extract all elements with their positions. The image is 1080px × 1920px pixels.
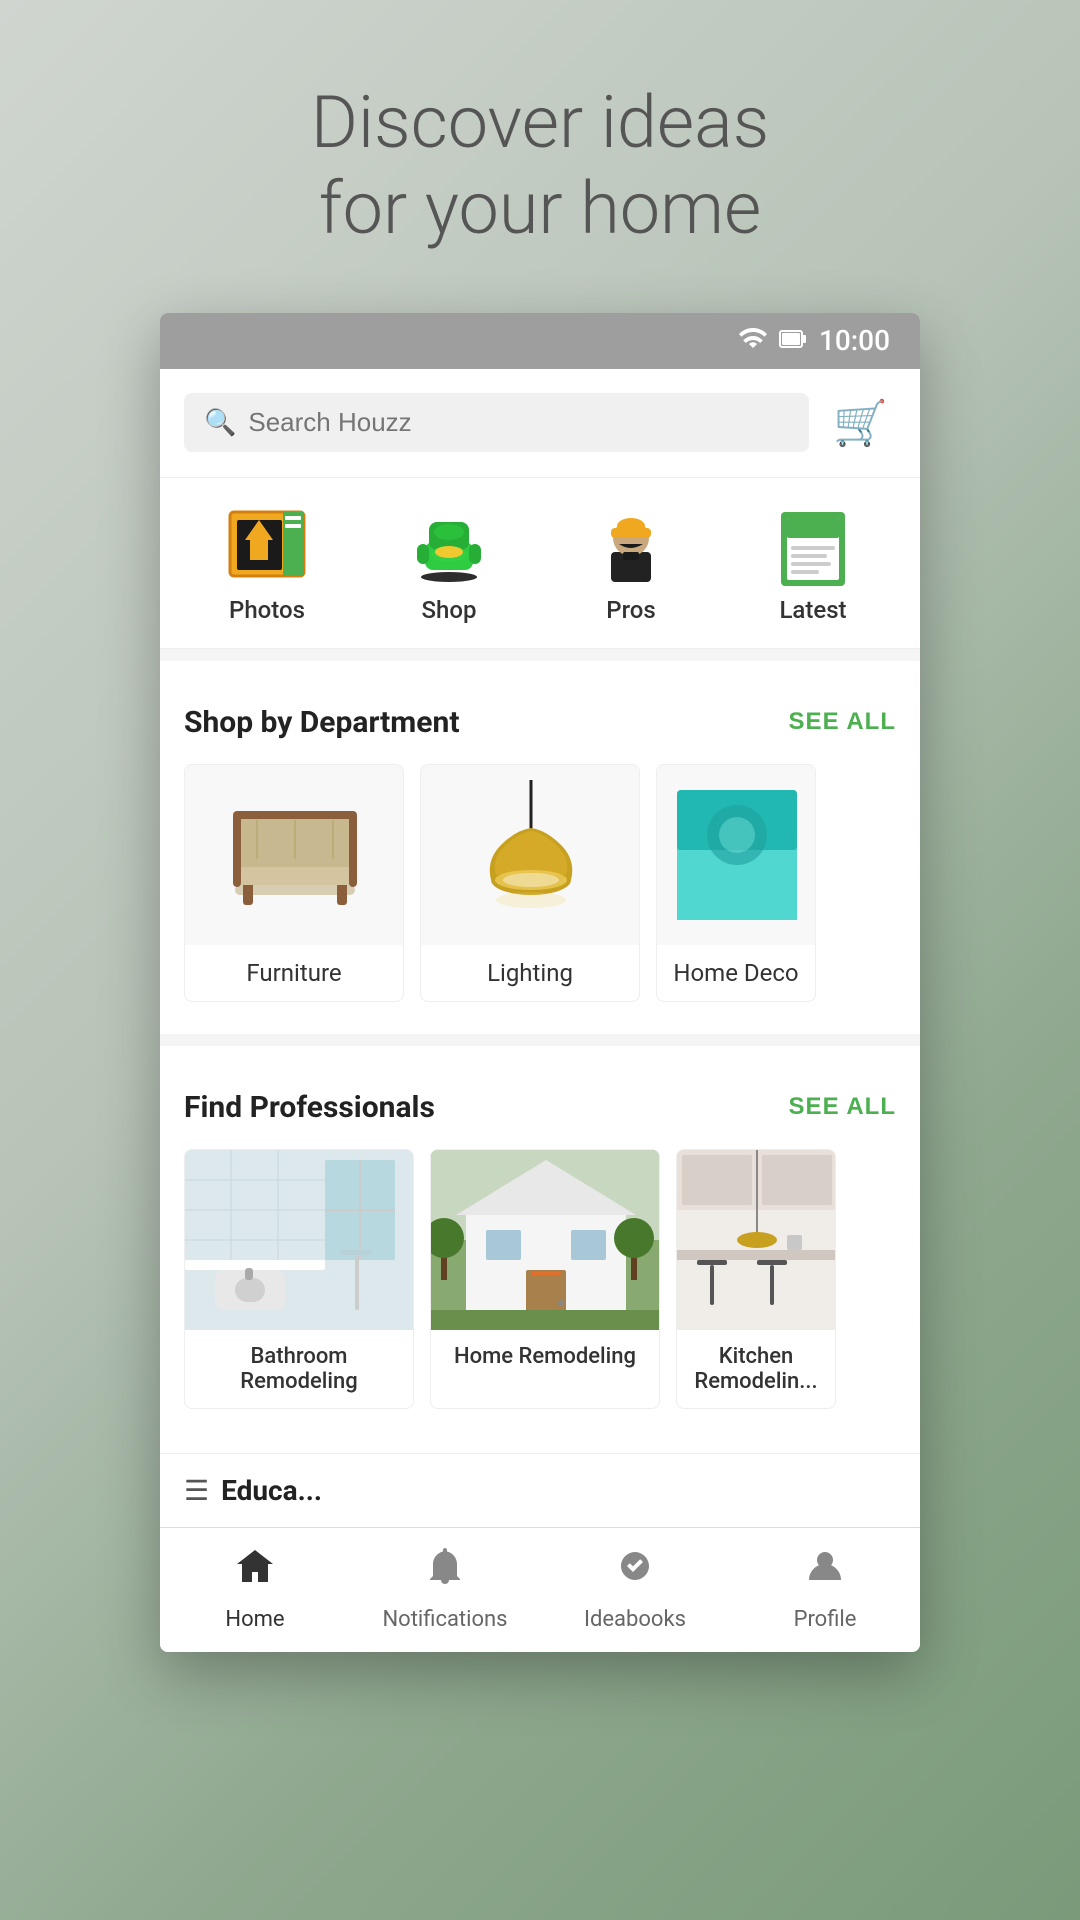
notifications-nav-label: Notifications: [382, 1607, 507, 1632]
kitchen-label: Kitchen Remodelin...: [677, 1330, 835, 1408]
bathroom-illustration: [185, 1150, 414, 1330]
status-time: 10:00: [819, 324, 890, 357]
nav-cat-shop[interactable]: Shop: [407, 502, 491, 624]
home-remodel-illustration: [431, 1150, 660, 1330]
homedeco-image: [657, 765, 816, 945]
shop-dept-title: Shop by Department: [184, 705, 459, 740]
bathroom-image: [185, 1150, 414, 1330]
bottom-nav-profile[interactable]: Profile: [755, 1544, 895, 1632]
lighting-image: [421, 765, 640, 945]
status-bar: 10:00: [160, 313, 920, 369]
homedeco-label: Home Deco: [657, 945, 815, 1001]
cart-icon: 🛒: [833, 399, 888, 448]
battery-icon: [779, 328, 807, 354]
lighting-label: Lighting: [421, 945, 639, 1001]
partial-section-icon: ☰: [184, 1474, 209, 1507]
dept-card-furniture[interactable]: Furniture: [184, 764, 404, 1002]
partial-section-title: Educa...: [221, 1474, 322, 1507]
dept-card-lighting[interactable]: Lighting: [420, 764, 640, 1002]
nav-categories: Photos Shop: [160, 478, 920, 649]
latest-icon: [771, 502, 855, 586]
shop-department-section: Shop by Department SEE ALL: [160, 673, 920, 1034]
search-box[interactable]: 🔍: [184, 393, 809, 452]
furniture-illustration: [215, 785, 375, 925]
shop-dept-see-all[interactable]: SEE ALL: [789, 708, 896, 736]
shop-label: Shop: [422, 596, 477, 624]
pros-label: Pros: [606, 596, 655, 624]
profile-nav-label: Profile: [794, 1607, 857, 1632]
home-remodel-label: Home Remodeling: [431, 1330, 659, 1383]
bottom-nav-ideabooks[interactable]: Ideabooks: [565, 1544, 705, 1632]
search-icon: 🔍: [204, 408, 236, 438]
ideabooks-icon: [613, 1544, 657, 1599]
search-area: 🔍 🛒: [160, 369, 920, 478]
lighting-illustration: [471, 780, 591, 930]
pros-icon: [589, 502, 673, 586]
partial-section: ☰ Educa...: [160, 1453, 920, 1527]
latest-label: Latest: [779, 596, 846, 624]
hero-section: Discover ideas for your home: [0, 0, 1080, 313]
section-divider-2: [160, 1034, 920, 1046]
photos-label: Photos: [229, 596, 305, 624]
profile-icon: [803, 1544, 847, 1599]
homedeco-illustration: [672, 785, 802, 925]
home-icon: [233, 1544, 277, 1599]
hero-title: Discover ideas for your home: [40, 80, 1040, 253]
bottom-nav-notifications[interactable]: Notifications: [375, 1544, 515, 1632]
dept-cards: Furniture: [184, 764, 896, 1002]
home-remodel-image: [431, 1150, 660, 1330]
pro-card-home-remodel[interactable]: Home Remodeling: [430, 1149, 660, 1409]
home-nav-label: Home: [225, 1607, 284, 1632]
pro-header: Find Professionals SEE ALL: [184, 1090, 896, 1125]
kitchen-illustration: [677, 1150, 836, 1330]
cart-button[interactable]: 🛒: [825, 389, 896, 457]
shop-icon: [407, 502, 491, 586]
pro-card-bathroom[interactable]: Bathroom Remodeling: [184, 1149, 414, 1409]
pro-cards: Bathroom Remodeling: [184, 1149, 896, 1409]
bottom-nav: Home Notifications Ideabooks: [160, 1527, 920, 1652]
notifications-icon: [423, 1544, 467, 1599]
kitchen-image: [677, 1150, 836, 1330]
status-icons: 10:00: [739, 324, 890, 357]
dept-card-homedeco[interactable]: Home Deco: [656, 764, 816, 1002]
photos-icon: [225, 502, 309, 586]
professionals-section: Find Professionals SEE ALL: [160, 1058, 920, 1441]
nav-cat-pros[interactable]: Pros: [589, 502, 673, 624]
nav-cat-latest[interactable]: Latest: [771, 502, 855, 624]
nav-cat-photos[interactable]: Photos: [225, 502, 309, 624]
shop-dept-header: Shop by Department SEE ALL: [184, 705, 896, 740]
bathroom-label: Bathroom Remodeling: [185, 1330, 413, 1408]
wifi-icon: [739, 328, 767, 354]
bottom-nav-home[interactable]: Home: [185, 1544, 325, 1632]
search-input[interactable]: [248, 407, 789, 438]
pro-title: Find Professionals: [184, 1090, 435, 1125]
furniture-label: Furniture: [185, 945, 403, 1001]
pro-card-kitchen[interactable]: Kitchen Remodelin...: [676, 1149, 836, 1409]
section-divider: [160, 649, 920, 661]
ideabooks-nav-label: Ideabooks: [584, 1607, 686, 1632]
pro-see-all[interactable]: SEE ALL: [789, 1093, 896, 1121]
phone-container: 10:00 🔍 🛒: [160, 313, 920, 1652]
furniture-image: [185, 765, 404, 945]
